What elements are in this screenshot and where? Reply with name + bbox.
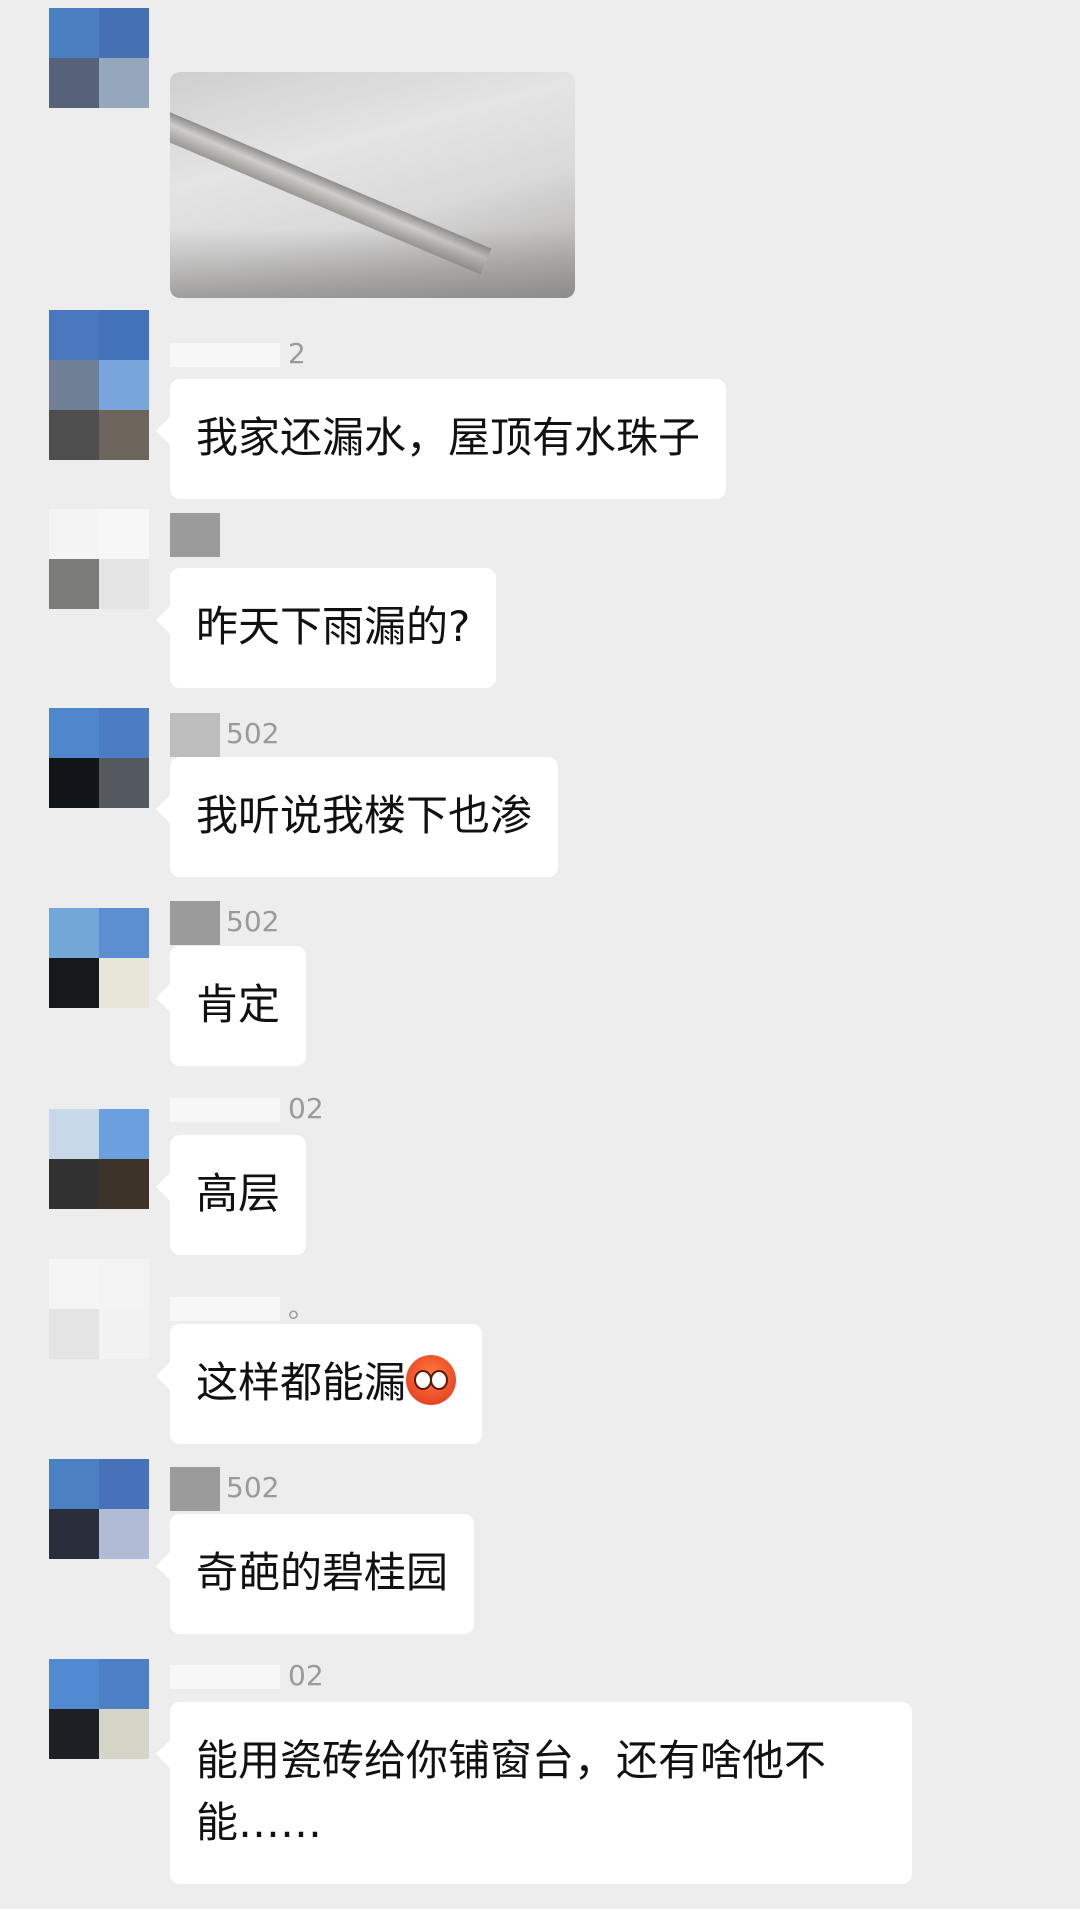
sender-nickname: 02 <box>170 1089 324 1129</box>
sender-nickname: 502 <box>170 901 280 945</box>
flushed-face-emoji <box>406 1355 457 1405</box>
message-bubble[interactable]: 肯定 <box>155 946 307 1066</box>
nickname-blur <box>170 1098 280 1122</box>
avatar[interactable] <box>49 1459 149 1559</box>
avatar-lower <box>49 410 149 460</box>
avatar[interactable] <box>49 1659 149 1759</box>
message-bubble[interactable]: 我听说我楼下也渗 <box>155 757 559 877</box>
shared-photo[interactable] <box>170 72 575 298</box>
message-bubble[interactable]: 高层 <box>155 1135 307 1255</box>
message-bubble[interactable]: 昨天下雨漏的? <box>155 568 497 688</box>
nickname-suffix: 。 <box>288 1291 317 1324</box>
avatar[interactable] <box>49 310 149 410</box>
nickname-suffix: 502 <box>226 1471 280 1504</box>
avatar[interactable] <box>49 908 149 1008</box>
nickname-blur <box>170 513 220 557</box>
nickname-suffix: 502 <box>226 717 280 750</box>
avatar[interactable] <box>49 1259 149 1359</box>
nickname-blur <box>170 1297 280 1321</box>
sender-nickname <box>170 513 226 557</box>
message-text: 高层 <box>196 1169 281 1218</box>
message-text: 奇葩的碧桂园 <box>196 1548 449 1597</box>
avatar[interactable] <box>49 509 149 609</box>
avatar[interactable] <box>49 8 149 108</box>
message-bubble[interactable]: 能用瓷砖给你铺窗台，还有啥他不能…… <box>156 1702 912 1884</box>
message-text: 昨天下雨漏的? <box>196 602 471 651</box>
nickname-blur <box>170 1467 220 1511</box>
nickname-blur <box>170 343 280 367</box>
nickname-suffix: 02 <box>288 1092 324 1125</box>
sender-nickname: 502 <box>170 713 280 757</box>
nickname-suffix: 2 <box>288 337 306 370</box>
message-text: 我家还漏水，屋顶有水珠子 <box>196 413 701 462</box>
avatar[interactable] <box>49 708 149 808</box>
message-bubble[interactable]: 我家还漏水，屋顶有水珠子 <box>155 379 727 499</box>
message-text: 这样都能漏 <box>196 1358 407 1407</box>
photo-shadow <box>170 228 575 298</box>
message-text: 我听说我楼下也渗 <box>196 791 533 840</box>
message-text: 肯定 <box>196 980 281 1029</box>
sender-nickname: 。 <box>170 1288 316 1328</box>
nickname-blur <box>170 1665 280 1689</box>
nickname-blur <box>170 713 220 757</box>
message-bubble[interactable]: 奇葩的碧桂园 <box>155 1514 475 1634</box>
message-bubble[interactable]: 这样都能漏 <box>155 1324 483 1444</box>
avatar[interactable] <box>49 1109 149 1209</box>
nickname-suffix: 02 <box>288 1659 324 1692</box>
message-text: 能用瓷砖给你铺窗台，还有啥他不能…… <box>196 1736 827 1847</box>
nickname-blur <box>170 901 220 945</box>
nickname-suffix: 502 <box>226 905 280 938</box>
sender-nickname: 2 <box>170 334 306 374</box>
sender-nickname: 02 <box>170 1656 324 1696</box>
sender-nickname: 502 <box>170 1467 280 1511</box>
